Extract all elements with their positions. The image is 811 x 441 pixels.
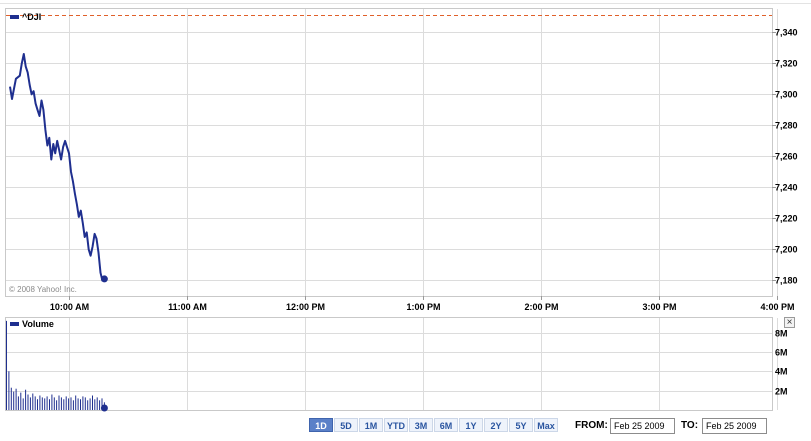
range-button-1d[interactable]: 1D bbox=[309, 418, 333, 432]
range-button-5d[interactable]: 5D bbox=[334, 418, 358, 432]
volume-y-tick-label: 4M bbox=[775, 367, 788, 377]
price-series-line bbox=[9, 53, 106, 282]
price-y-tick-label: 7,240 bbox=[775, 183, 798, 193]
time-x-axis: 10:00 AM 11:00 AM 12:00 PM 1:00 PM 2:00 PM 3:… bbox=[50, 296, 795, 312]
range-selector: 1D 5D 1M YTD 3M 6M 1Y 2Y 5Y Max bbox=[309, 418, 559, 432]
price-legend: ^DJI bbox=[10, 12, 41, 22]
x-tick-label: 11:00 AM bbox=[168, 302, 207, 312]
to-date-input[interactable] bbox=[702, 418, 767, 434]
to-label: TO: bbox=[681, 420, 699, 431]
price-legend-swatch bbox=[10, 15, 19, 19]
from-date-input[interactable] bbox=[610, 418, 675, 434]
x-tick-label: 12:00 PM bbox=[286, 302, 325, 312]
x-tick-label: 10:00 AM bbox=[50, 302, 89, 312]
price-horizontal-grid bbox=[6, 32, 772, 281]
price-y-tick-label: 7,320 bbox=[775, 59, 798, 69]
range-button-2y[interactable]: 2Y bbox=[484, 418, 508, 432]
price-y-tick-label: 7,280 bbox=[775, 121, 798, 131]
volume-last-point bbox=[100, 404, 108, 412]
range-button-6m[interactable]: 6M bbox=[434, 418, 458, 432]
volume-legend: Volume bbox=[10, 319, 54, 329]
range-button-1m[interactable]: 1M bbox=[359, 418, 383, 432]
volume-vertical-grid bbox=[69, 318, 778, 410]
price-y-tick-label: 7,220 bbox=[775, 214, 798, 224]
volume-y-tick-label: 8M bbox=[775, 329, 788, 339]
range-button-ytd[interactable]: YTD bbox=[384, 418, 408, 432]
x-tick-label: 1:00 PM bbox=[406, 302, 440, 312]
range-button-3m[interactable]: 3M bbox=[409, 418, 433, 432]
price-last-point bbox=[100, 275, 108, 283]
stock-chart: ^DJI © 2008 Yahoo! Inc. 7,1807,2007,2207… bbox=[5, 8, 798, 412]
x-tick-label: 2:00 PM bbox=[524, 302, 558, 312]
volume-y-tick-label: 2M bbox=[775, 387, 788, 397]
price-y-tick-label: 7,180 bbox=[775, 276, 798, 286]
x-tick-label: 3:00 PM bbox=[642, 302, 676, 312]
price-vertical-grid bbox=[69, 9, 778, 296]
price-legend-label: ^DJI bbox=[22, 12, 41, 22]
price-panel-frame bbox=[5, 8, 773, 297]
volume-horizontal-grid bbox=[6, 333, 772, 392]
volume-y-axis: 2M 4M 6M 8M bbox=[775, 329, 788, 397]
volume-legend-swatch bbox=[10, 322, 19, 326]
volume-bars bbox=[6, 320, 105, 410]
volume-legend-label: Volume bbox=[22, 319, 54, 329]
range-button-max[interactable]: Max bbox=[534, 418, 558, 432]
price-y-axis: 7,180 7,200 7,220 7,240 7,260 7,280 7,300 7,320… bbox=[772, 28, 798, 286]
range-button-1y[interactable]: 1Y bbox=[459, 418, 483, 432]
volume-panel-frame bbox=[5, 317, 773, 411]
x-tick-label: 4:00 PM bbox=[760, 302, 794, 312]
range-button-5y[interactable]: 5Y bbox=[509, 418, 533, 432]
close-volume-button[interactable]: × bbox=[784, 317, 795, 328]
volume-y-tick-label: 6M bbox=[775, 348, 788, 358]
price-y-tick-label: 7,260 bbox=[775, 152, 798, 162]
copyright-text: © 2008 Yahoo! Inc. bbox=[9, 285, 77, 294]
from-label: FROM: bbox=[575, 420, 608, 431]
price-y-tick-label: 7,200 bbox=[775, 245, 798, 255]
price-y-tick-label: 7,340 bbox=[775, 28, 798, 38]
price-y-tick-label: 7,300 bbox=[775, 90, 798, 100]
